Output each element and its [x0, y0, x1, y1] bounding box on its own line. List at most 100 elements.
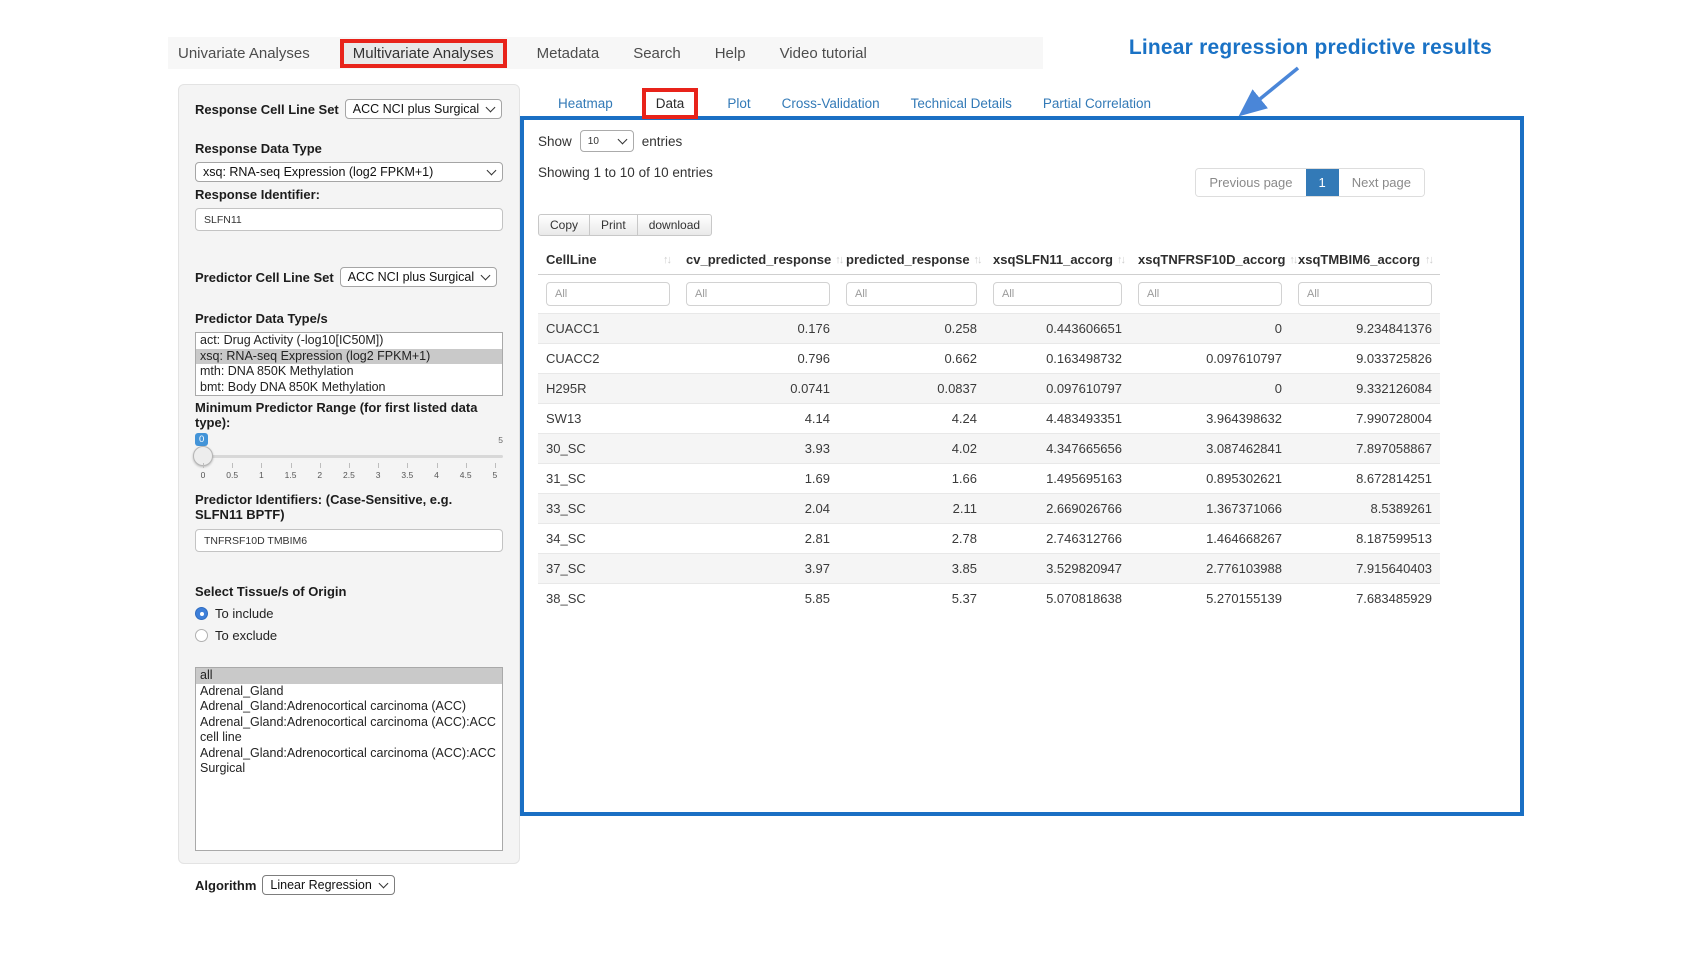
result-tabs: Heatmap Data Plot Cross-Validation Technical…: [556, 88, 1153, 119]
column-filter-input[interactable]: [846, 282, 977, 306]
column-header-label: xsqSLFN11_accorg: [993, 252, 1113, 267]
predictor-cell-line-set-select[interactable]: ACC NCI plus Surgical: [340, 267, 497, 287]
chevron-down-icon: [617, 134, 627, 144]
xsqtmbim6-accorg-cell: 9.234841376: [1290, 314, 1440, 344]
column-filter-input[interactable]: [546, 282, 670, 306]
export-button[interactable]: Print: [589, 214, 638, 236]
column-header[interactable]: cv_predicted_response ↑↓: [678, 246, 838, 275]
previous-page-button[interactable]: Previous page: [1196, 169, 1305, 196]
export-buttons: CopyPrintdownload: [538, 214, 1506, 236]
listbox-option[interactable]: bmt: Body DNA 850K Methylation: [196, 380, 502, 396]
response-identifier-input[interactable]: [195, 208, 503, 231]
listbox-option[interactable]: Adrenal_Gland: [196, 684, 502, 700]
cv-predicted-response-cell: 1.69: [678, 464, 838, 494]
listbox-option[interactable]: xsq: RNA-seq Expression (log2 FPKM+1): [196, 349, 502, 365]
cv-predicted-response-cell: 2.81: [678, 524, 838, 554]
sort-icon[interactable]: ↑↓: [1289, 254, 1296, 266]
tab[interactable]: Data: [642, 88, 699, 119]
column-header-label: predicted_response: [846, 252, 970, 267]
algorithm-select[interactable]: Linear Regression: [262, 875, 394, 895]
tab[interactable]: Heatmap: [556, 92, 615, 115]
response-data-type-select[interactable]: xsq: RNA-seq Expression (log2 FPKM+1): [195, 162, 503, 182]
slider-ticks: 00.511.522.533.544.55: [197, 463, 501, 480]
table-row: H295R 0.0741 0.0837 0.097610797 0 9.3321…: [538, 374, 1440, 404]
filter-cell: [1130, 275, 1290, 314]
nav-item[interactable]: Univariate Analyses: [174, 42, 314, 65]
radio-label: To exclude: [215, 628, 277, 643]
xsqslfn11-accorg-cell: 2.746312766: [985, 524, 1130, 554]
results-panel: Show 10 entries Showing 1 to 10 of 10 en…: [520, 116, 1524, 816]
tab[interactable]: Plot: [725, 92, 752, 115]
cell-line-cell: 33_SC: [538, 494, 678, 524]
listbox-option[interactable]: act: Drug Activity (-log10[IC50M]): [196, 333, 502, 349]
listbox-option[interactable]: Adrenal_Gland:Adrenocortical carcinoma (…: [196, 699, 502, 715]
app-screen: Univariate Analyses Multivariate Analyses…: [0, 0, 1700, 956]
response-cell-line-set-select[interactable]: ACC NCI plus Surgical: [345, 99, 502, 119]
column-header[interactable]: CellLine ↑↓: [538, 246, 678, 275]
current-page-button[interactable]: 1: [1306, 169, 1339, 196]
nav-item[interactable]: Metadata: [533, 42, 604, 65]
page-length-value: 10: [588, 136, 599, 147]
slider-max-label: 5: [498, 435, 503, 445]
xsqtnfrsf10d-accorg-cell: 2.776103988: [1130, 554, 1290, 584]
radio-icon[interactable]: [195, 629, 208, 642]
column-filter-input[interactable]: [993, 282, 1122, 306]
chevron-down-icon: [481, 271, 491, 281]
column-header[interactable]: xsqSLFN11_accorg ↑↓: [985, 246, 1130, 275]
sort-icon[interactable]: ↑↓: [663, 254, 670, 266]
listbox-option[interactable]: Adrenal_Gland:Adrenocortical carcinoma (…: [196, 746, 502, 777]
tab[interactable]: Technical Details: [909, 92, 1014, 115]
listbox-option[interactable]: Adrenal_Gland:Adrenocortical carcinoma (…: [196, 715, 502, 746]
slider-track[interactable]: [195, 455, 503, 458]
table-row: 33_SC 2.04 2.11 2.669026766 1.367371066 …: [538, 494, 1440, 524]
sort-icon[interactable]: ↑↓: [835, 254, 842, 266]
slider-value-badge: 0: [195, 433, 208, 446]
column-filter-input[interactable]: [1298, 282, 1432, 306]
results-table: CellLine ↑↓ cv_predicted_response ↑↓ pre…: [538, 246, 1440, 613]
column-header[interactable]: xsqTMBIM6_accorg ↑↓: [1290, 246, 1440, 275]
top-navigation: Univariate Analyses Multivariate Analyses…: [168, 37, 1043, 69]
tissue-radio-option[interactable]: To exclude: [195, 628, 503, 643]
page-length-select[interactable]: 10: [580, 130, 634, 152]
column-filter-input[interactable]: [1138, 282, 1282, 306]
xsqtmbim6-accorg-cell: 8.5389261: [1290, 494, 1440, 524]
listbox-option[interactable]: all: [196, 668, 502, 684]
column-filter-input[interactable]: [686, 282, 830, 306]
column-header[interactable]: predicted_response ↑↓: [838, 246, 985, 275]
min-predictor-range-slider[interactable]: 0 5 00.511.522.533.544.55: [195, 433, 503, 485]
table-row: SW13 4.14 4.24 4.483493351 3.964398632 7…: [538, 404, 1440, 434]
predictor-identifiers-input[interactable]: [195, 529, 503, 552]
tissue-radio-group: To include To exclude: [195, 606, 503, 643]
slider-tick-label: 1: [255, 463, 267, 480]
algorithm-value: Linear Regression: [270, 878, 371, 892]
xsqtnfrsf10d-accorg-cell: 0: [1130, 374, 1290, 404]
column-header-label: cv_predicted_response: [686, 252, 831, 267]
nav-item[interactable]: Multivariate Analyses: [340, 39, 507, 68]
predicted-response-cell: 4.24: [838, 404, 985, 434]
cell-line-cell: CUACC2: [538, 344, 678, 374]
slider-tick-label: 4.5: [460, 463, 472, 480]
export-button[interactable]: download: [637, 214, 712, 236]
listbox-option[interactable]: mth: DNA 850K Methylation: [196, 364, 502, 380]
sort-icon[interactable]: ↑↓: [1117, 254, 1124, 266]
sort-icon[interactable]: ↑↓: [974, 254, 981, 266]
chevron-down-icon: [378, 879, 388, 889]
nav-item[interactable]: Search: [629, 42, 685, 65]
tab[interactable]: Partial Correlation: [1041, 92, 1153, 115]
xsqtnfrsf10d-accorg-cell: 0.097610797: [1130, 344, 1290, 374]
tissue-radio-option[interactable]: To include: [195, 606, 503, 621]
next-page-button[interactable]: Next page: [1339, 169, 1424, 196]
column-header[interactable]: xsqTNFRSF10D_accorg ↑↓: [1130, 246, 1290, 275]
export-button[interactable]: Copy: [538, 214, 590, 236]
xsqtnfrsf10d-accorg-cell: 3.087462841: [1130, 434, 1290, 464]
xsqslfn11-accorg-cell: 3.529820947: [985, 554, 1130, 584]
cv-predicted-response-cell: 5.85: [678, 584, 838, 614]
min-predictor-range-label: Minimum Predictor Range (for first liste…: [195, 400, 503, 430]
sort-icon[interactable]: ↑↓: [1425, 254, 1432, 266]
predicted-response-cell: 2.78: [838, 524, 985, 554]
nav-item[interactable]: Help: [711, 42, 750, 65]
predictor-cell-line-set-label: Predictor Cell Line Set: [195, 270, 334, 285]
nav-item[interactable]: Video tutorial: [776, 42, 871, 65]
radio-icon[interactable]: [195, 607, 208, 620]
tab[interactable]: Cross-Validation: [780, 92, 882, 115]
